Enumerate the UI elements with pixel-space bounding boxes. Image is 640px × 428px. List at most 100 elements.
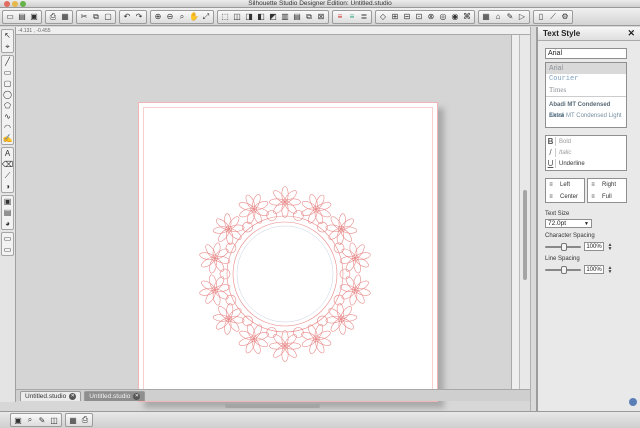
line-color-icon[interactable]: ≡ bbox=[334, 11, 346, 23]
close-window-button[interactable] bbox=[4, 1, 10, 7]
library-view-icon[interactable]: ▤ bbox=[2, 207, 13, 218]
fit-page-icon[interactable]: ⤢ bbox=[200, 11, 212, 23]
print-icon[interactable]: ⎙ bbox=[47, 11, 59, 23]
cut-settings-icon[interactable]: ✎ bbox=[504, 11, 516, 23]
fill-color-icon[interactable]: ≡ bbox=[346, 11, 358, 23]
undo-icon[interactable]: ↶ bbox=[121, 11, 133, 23]
design-canvas[interactable] bbox=[16, 35, 511, 408]
release-compound-icon[interactable]: ◩ bbox=[267, 11, 279, 23]
eraser-icon[interactable]: ⌫ bbox=[2, 159, 13, 170]
library-icon[interactable]: ▦ bbox=[480, 11, 492, 23]
vertical-scroll-thumb[interactable] bbox=[523, 190, 527, 280]
send-backward-icon[interactable]: ▤ bbox=[291, 11, 303, 23]
edit-points-icon[interactable]: ⌖ bbox=[2, 41, 13, 52]
line-tool-icon[interactable]: ╱ bbox=[2, 56, 13, 67]
page-view-icon[interactable]: ▣ bbox=[2, 196, 13, 207]
font-item-courier[interactable]: Courier bbox=[546, 74, 626, 85]
lace-doily-design[interactable] bbox=[192, 181, 378, 367]
font-list[interactable]: Arial Courier Times Abadi MT Condensed E… bbox=[545, 62, 627, 128]
font-item-times[interactable]: Times bbox=[546, 85, 626, 96]
redo-icon[interactable]: ↷ bbox=[133, 11, 145, 23]
design-view-icon[interactable]: ▣ bbox=[12, 414, 24, 426]
tab-close-icon[interactable]: ✕ bbox=[69, 393, 77, 400]
cut-send-icon[interactable]: ▦ bbox=[59, 11, 71, 23]
media-view-icon[interactable]: ▦ bbox=[67, 414, 79, 426]
page-settings-icon[interactable]: ◇ bbox=[377, 11, 389, 23]
select-all-icon[interactable]: ⬚ bbox=[219, 11, 231, 23]
character-spacing-input[interactable]: 100% bbox=[584, 242, 604, 251]
horizontal-scroll-thumb[interactable] bbox=[225, 404, 320, 408]
ellipse-tool-icon[interactable]: ◯ bbox=[2, 89, 13, 100]
align-right-button[interactable]: ≡ Right bbox=[588, 179, 626, 191]
curve-tool-icon[interactable]: ∿ bbox=[2, 111, 13, 122]
overlay-view-icon[interactable]: ◫ bbox=[48, 414, 60, 426]
transform-icon[interactable]: ⊗ bbox=[425, 11, 437, 23]
make-compound-icon[interactable]: ◧ bbox=[255, 11, 267, 23]
text-tool-icon[interactable]: A bbox=[2, 148, 13, 159]
open-file-icon[interactable]: ▤ bbox=[16, 11, 28, 23]
font-item-abadi-extra[interactable]: Abadi MT Condensed Extra bbox=[546, 100, 626, 119]
arc-tool-icon[interactable]: ◠ bbox=[2, 122, 13, 133]
line-style-icon[interactable]: ≣ bbox=[358, 11, 370, 23]
copy-icon[interactable]: ⧉ bbox=[90, 11, 102, 23]
online-store-icon[interactable]: ◕ bbox=[2, 218, 13, 229]
bold-option[interactable]: B Bold bbox=[546, 136, 626, 147]
freehand-tool-icon[interactable]: ✍ bbox=[2, 133, 13, 144]
delete-icon[interactable]: ⊠ bbox=[315, 11, 327, 23]
paste-icon[interactable]: ▢ bbox=[102, 11, 114, 23]
save-icon[interactable]: ▣ bbox=[28, 11, 40, 23]
font-item-abadi-light[interactable]: Abadi MT Condensed Light bbox=[546, 111, 626, 122]
knife-icon[interactable]: ⟋ bbox=[547, 11, 559, 23]
line-spacing-slider[interactable] bbox=[545, 265, 581, 274]
ungroup-icon[interactable]: ◨ bbox=[243, 11, 255, 23]
zoom-box-icon[interactable]: ⌕ bbox=[176, 11, 188, 23]
panel-toggle-icon[interactable]: ▯ bbox=[535, 11, 547, 23]
zoom-view-icon[interactable]: ⌕ bbox=[24, 414, 36, 426]
zoom-window-button[interactable] bbox=[20, 1, 26, 7]
line-spacing-stepper[interactable]: ▲ ▼ bbox=[607, 265, 613, 274]
tab-close-icon[interactable]: ✕ bbox=[133, 393, 141, 400]
resize-grip-icon[interactable] bbox=[629, 398, 637, 406]
align-center-button[interactable]: ≡ Center bbox=[546, 191, 584, 203]
new-document-icon[interactable]: ▭ bbox=[4, 11, 16, 23]
align-left-button[interactable]: ≡ Left bbox=[546, 179, 584, 191]
design-page[interactable] bbox=[138, 102, 438, 402]
underline-option[interactable]: U Underline bbox=[546, 158, 626, 169]
trace-icon[interactable]: ⌘ bbox=[461, 11, 473, 23]
slider-knob[interactable] bbox=[561, 242, 567, 251]
character-spacing-slider[interactable] bbox=[545, 242, 581, 251]
font-name-field[interactable]: Arial bbox=[545, 48, 627, 59]
bring-forward-icon[interactable]: ▥ bbox=[279, 11, 291, 23]
align-icon[interactable]: ⊟ bbox=[401, 11, 413, 23]
pan-hand-icon[interactable]: ✋ bbox=[188, 11, 200, 23]
select-arrow-icon[interactable]: ↖ bbox=[2, 30, 13, 41]
zoom-in-icon[interactable]: ⊕ bbox=[152, 11, 164, 23]
panel-view-icon[interactable]: ▭ bbox=[2, 244, 13, 255]
close-icon[interactable]: ✕ bbox=[627, 28, 635, 39]
text-size-select[interactable]: 72.0pt ▼ bbox=[545, 219, 592, 228]
italic-option[interactable]: / Italic bbox=[546, 147, 626, 158]
send-to-cutter-icon[interactable]: ▷ bbox=[516, 11, 528, 23]
duplicate-icon[interactable]: ⧉ bbox=[303, 11, 315, 23]
grid-icon[interactable]: ⊞ bbox=[389, 11, 401, 23]
font-item-arial[interactable]: Arial bbox=[546, 63, 626, 74]
rounded-rectangle-icon[interactable]: ▢ bbox=[2, 78, 13, 89]
offset-icon[interactable]: ◉ bbox=[449, 11, 461, 23]
split-view-icon[interactable]: ▭ bbox=[2, 233, 13, 244]
tab-untitled-1[interactable]: Untitled.studio ✕ bbox=[20, 391, 82, 401]
zoom-out-icon[interactable]: ⊖ bbox=[164, 11, 176, 23]
character-spacing-stepper[interactable]: ▲ ▼ bbox=[607, 242, 613, 251]
align-full-button[interactable]: ≡ Full bbox=[588, 191, 626, 203]
settings-icon[interactable]: ⚙ bbox=[559, 11, 571, 23]
cutter-view-icon[interactable]: ⎙ bbox=[79, 414, 91, 426]
slider-knob[interactable] bbox=[561, 265, 567, 274]
modify-icon[interactable]: ◎ bbox=[437, 11, 449, 23]
knife-tool-icon[interactable]: ⟋ bbox=[2, 170, 13, 181]
tab-untitled-2[interactable]: Untitled.studio ✕ bbox=[84, 391, 146, 401]
polygon-tool-icon[interactable]: ⬠ bbox=[2, 100, 13, 111]
line-spacing-input[interactable]: 100% bbox=[584, 265, 604, 274]
rectangle-tool-icon[interactable]: ▭ bbox=[2, 67, 13, 78]
pen-view-icon[interactable]: ✎ bbox=[36, 414, 48, 426]
cut-icon[interactable]: ✂ bbox=[78, 11, 90, 23]
group-icon[interactable]: ◫ bbox=[231, 11, 243, 23]
